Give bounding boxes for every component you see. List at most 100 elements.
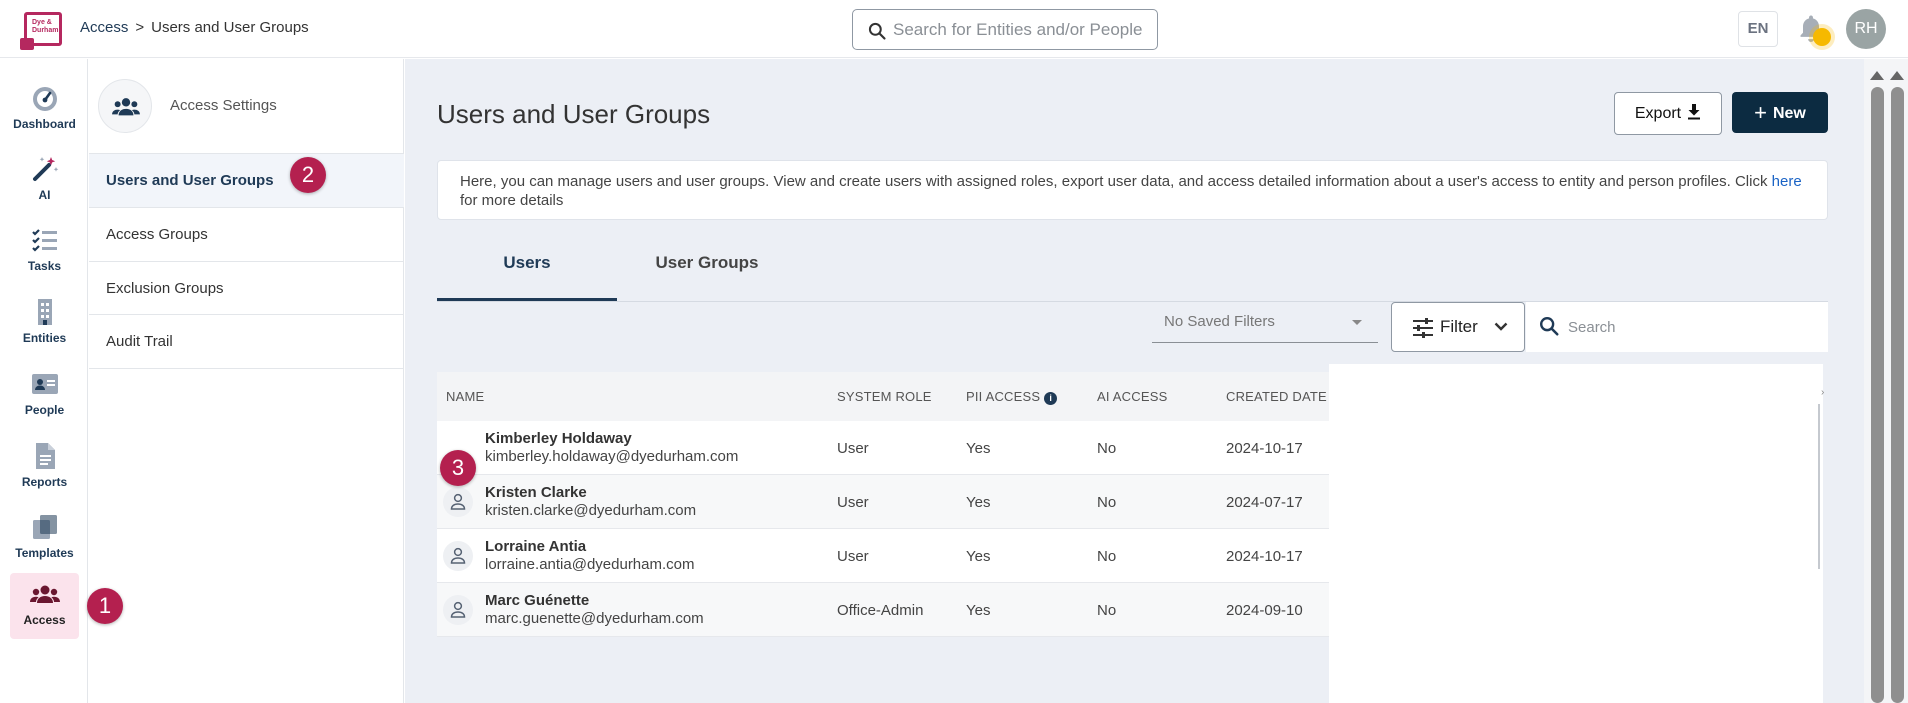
notification-dot [1813,28,1831,46]
menu-item-exclusion-groups[interactable]: Exclusion Groups [89,261,404,315]
logo-text: Dye & Durham [32,19,59,34]
breadcrumb-access-link[interactable]: Access [80,19,128,36]
tune-icon [1413,318,1433,338]
breadcrumb-current: Users and User Groups [151,19,309,36]
user-role: User [837,494,869,511]
table-search-input[interactable] [1568,315,1808,339]
users-icon [112,98,140,116]
id-card-icon [31,374,58,394]
table-row[interactable]: Kristen Clarke kristen.clarke@dyedurham.… [437,475,1329,529]
menu-item-access-groups[interactable]: Access Groups [89,207,404,261]
step-badge-2: 2 [290,157,326,193]
rail-item-dashboard[interactable]: Dashboard [10,77,79,143]
user-ai-access: No [1097,602,1117,619]
user-avatar-circle [443,487,473,517]
copy-icon [32,515,57,539]
table-row[interactable]: Marc Guénette marc.guenette@dyedurham.co… [437,583,1329,637]
language-button[interactable]: EN [1738,11,1778,47]
rail-item-ai[interactable]: AI [10,148,79,214]
column-header-system-role[interactable]: SYSTEM ROLE [837,389,932,404]
rail-label: People [24,403,65,417]
info-here-link[interactable]: here [1772,173,1802,190]
menu-item-audit-trail[interactable]: Audit Trail [89,314,404,368]
panel-header: Access Settings [98,79,398,135]
gauge-icon [32,87,57,111]
user-name: Kimberley Holdaway [485,430,632,447]
rail-item-reports[interactable]: Reports [10,435,79,501]
pane-scroll-arrow[interactable]: › [1821,387,1824,398]
info-box: Here, you can manage users and user grou… [437,160,1828,220]
user-pii-access: Yes [966,548,991,565]
rail-label: Entities [22,331,67,345]
new-label: New [1772,105,1806,122]
panel-header-icon-circle [98,79,152,133]
menu-divider [89,368,404,369]
table-search-box[interactable] [1526,302,1828,352]
rail-item-people[interactable]: People [10,363,79,429]
rail-item-entities[interactable]: Entities [10,291,79,357]
saved-filters-select[interactable]: No Saved Filters [1152,303,1378,343]
column-header-name[interactable]: NAME [446,389,484,404]
users-icon [29,585,60,603]
user-email: lorraine.antia@dyedurham.com [485,556,695,573]
global-search-box[interactable] [852,9,1158,50]
user-avatar[interactable]: RH [1846,9,1886,49]
download-icon [1688,104,1701,120]
rail-label: Tasks [27,259,62,273]
tab-users[interactable]: Users [437,251,617,301]
scrollbar-thumb[interactable] [1871,87,1884,703]
user-role: User [837,548,869,565]
pane-scrollbar[interactable] [1818,404,1820,569]
user-avatar-circle [443,595,473,625]
global-search-input[interactable] [893,18,1148,42]
info-text: Here, you can manage users and user grou… [460,173,1768,190]
user-pii-access: Yes [966,494,991,511]
page-title: Users and User Groups [437,99,711,129]
user-name: Marc Guénette [485,592,590,609]
user-name: Lorraine Antia [485,538,587,555]
scroll-up-arrow-icon[interactable] [1890,71,1904,80]
search-icon [1540,317,1559,336]
rail-item-access[interactable]: Access [10,573,79,639]
column-header-pii-access[interactable]: PII ACCESS i [966,389,1058,405]
scrollbar-thumb[interactable] [1891,87,1904,703]
scroll-up-arrow-icon[interactable] [1870,71,1884,80]
user-created-date: 2024-10-17 [1226,548,1303,565]
info-icon[interactable]: i [1044,392,1058,405]
logo[interactable]: Dye & Durham [20,12,62,50]
main-content: Users and User Groups Export + New Here, … [405,59,1864,703]
breadcrumb-separator: > [135,19,145,36]
step-badge-3: 3 [440,450,476,486]
rail-item-templates[interactable]: Templates [10,506,79,572]
page-scrollbar[interactable] [1864,59,1908,703]
rail-label: Reports [21,475,68,489]
user-pii-access: Yes [966,440,991,457]
user-ai-access: No [1097,494,1117,511]
column-header-created-date[interactable]: CREATED DATE [1226,389,1327,404]
export-button[interactable]: Export [1614,92,1722,135]
document-icon [35,443,55,469]
user-role: Office-Admin [837,602,924,619]
export-label: Export [1634,105,1682,122]
filter-label: Filter [1440,317,1478,336]
rail-item-tasks[interactable]: Tasks [10,219,79,285]
breadcrumb: Access > Users and User Groups [80,19,309,36]
user-ai-access: No [1097,548,1117,565]
new-button[interactable]: + New [1732,92,1828,133]
rail-label: AI [38,188,51,202]
top-bar: Dye & Durham Access > Users and User Group… [0,0,1908,58]
tab-user-groups[interactable]: User Groups [617,251,797,301]
column-header-ai-access[interactable]: AI ACCESS [1097,389,1167,404]
person-icon [450,601,466,618]
pii-access-label: PII ACCESS [966,389,1041,404]
chevron-down-icon [1494,322,1508,331]
search-icon [868,22,886,40]
table-row[interactable]: Kimberley Holdaway kimberley.holdaway@dy… [437,421,1329,475]
building-icon [37,299,52,325]
user-created-date: 2024-09-10 [1226,602,1303,619]
table-row[interactable]: Lorraine Antia lorraine.antia@dyedurham.… [437,529,1329,583]
user-pii-access: Yes [966,602,991,619]
menu-item-users-and-user-groups[interactable]: Users and User Groups [89,153,404,207]
user-created-date: 2024-10-17 [1226,440,1303,457]
filter-button[interactable]: Filter [1391,302,1525,352]
